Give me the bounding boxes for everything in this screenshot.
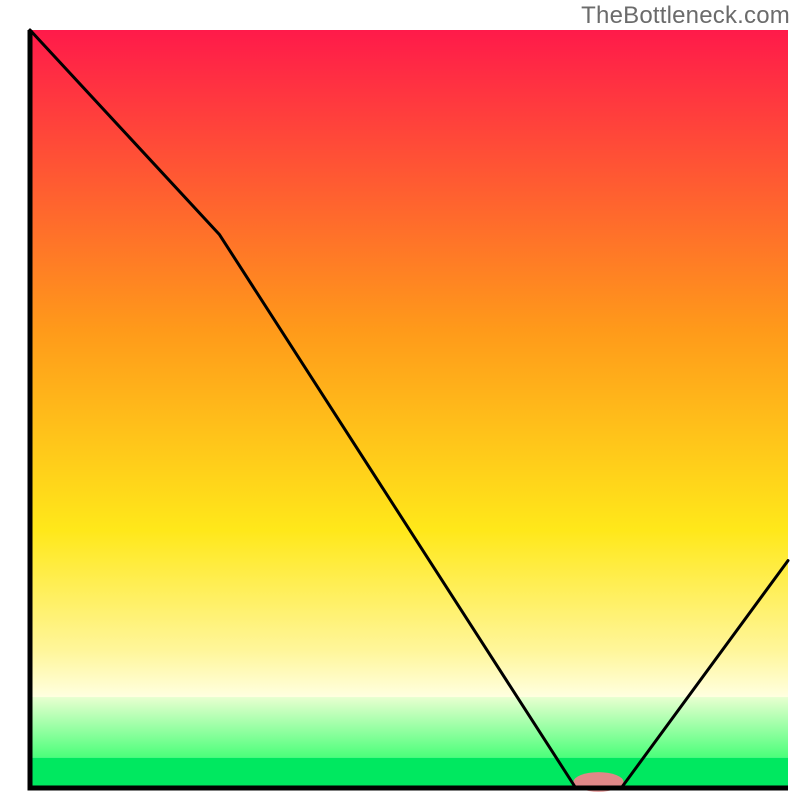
plot-area xyxy=(30,30,788,792)
chart-svg xyxy=(0,0,800,800)
watermark-text: TheBottleneck.com xyxy=(581,2,790,30)
chart-container: { "watermark": "TheBottleneck.com", "cha… xyxy=(0,0,800,800)
